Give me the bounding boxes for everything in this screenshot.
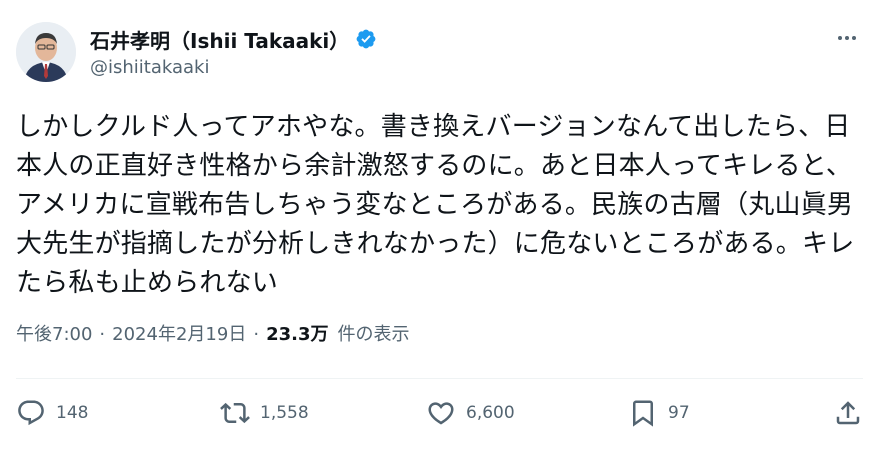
views-label: 件の表示 <box>337 324 410 345</box>
tweet-time[interactable]: 午後7:00 <box>16 320 92 346</box>
like-count: 6,600 <box>466 403 515 423</box>
meta-separator-2: · <box>253 324 260 345</box>
meta-separator: · <box>99 324 106 345</box>
avatar-portrait-icon <box>16 22 76 82</box>
action-bar: 148 1,558 6,600 97 <box>16 390 863 436</box>
retweet-arrows-icon <box>220 402 250 424</box>
more-horizontal-icon[interactable] <box>833 28 861 48</box>
bookmark-button[interactable]: 97 <box>628 390 690 436</box>
heart-icon <box>428 402 454 425</box>
verified-badge-icon[interactable] <box>355 28 377 50</box>
share-upload-icon <box>836 401 860 425</box>
retweet-count: 1,558 <box>260 403 309 423</box>
tweet-card: 石井孝明（Ishii Takaaki） @ishiitakaaki しかしクルド… <box>0 0 879 451</box>
tweet-text: しかしクルド人ってアホやな。書き換えバージョンなんて出したら、日本人の正直好き性… <box>16 112 855 298</box>
divider <box>16 378 863 379</box>
share-button[interactable] <box>833 390 863 436</box>
author-handle[interactable]: @ishiitakaaki <box>90 57 377 78</box>
avatar[interactable] <box>16 22 76 82</box>
retweet-button[interactable]: 1,558 <box>220 390 309 436</box>
comment-bubble-icon <box>18 400 44 426</box>
tweet-meta: 午後7:00 · 2024年2月19日 · 23.3万 件の表示 <box>16 320 409 346</box>
like-button[interactable]: 6,600 <box>426 390 515 436</box>
author-block: 石井孝明（Ishii Takaaki） @ishiitakaaki <box>90 25 377 78</box>
reply-button[interactable]: 148 <box>16 390 88 436</box>
bookmark-icon <box>633 400 653 427</box>
views-count[interactable]: 23.3万 <box>266 320 328 346</box>
author-display-name[interactable]: 石井孝明（Ishii Takaaki） <box>90 25 349 54</box>
reply-count: 148 <box>56 403 89 423</box>
bookmark-count: 97 <box>668 403 690 423</box>
tweet-date[interactable]: 2024年2月19日 <box>112 320 246 346</box>
